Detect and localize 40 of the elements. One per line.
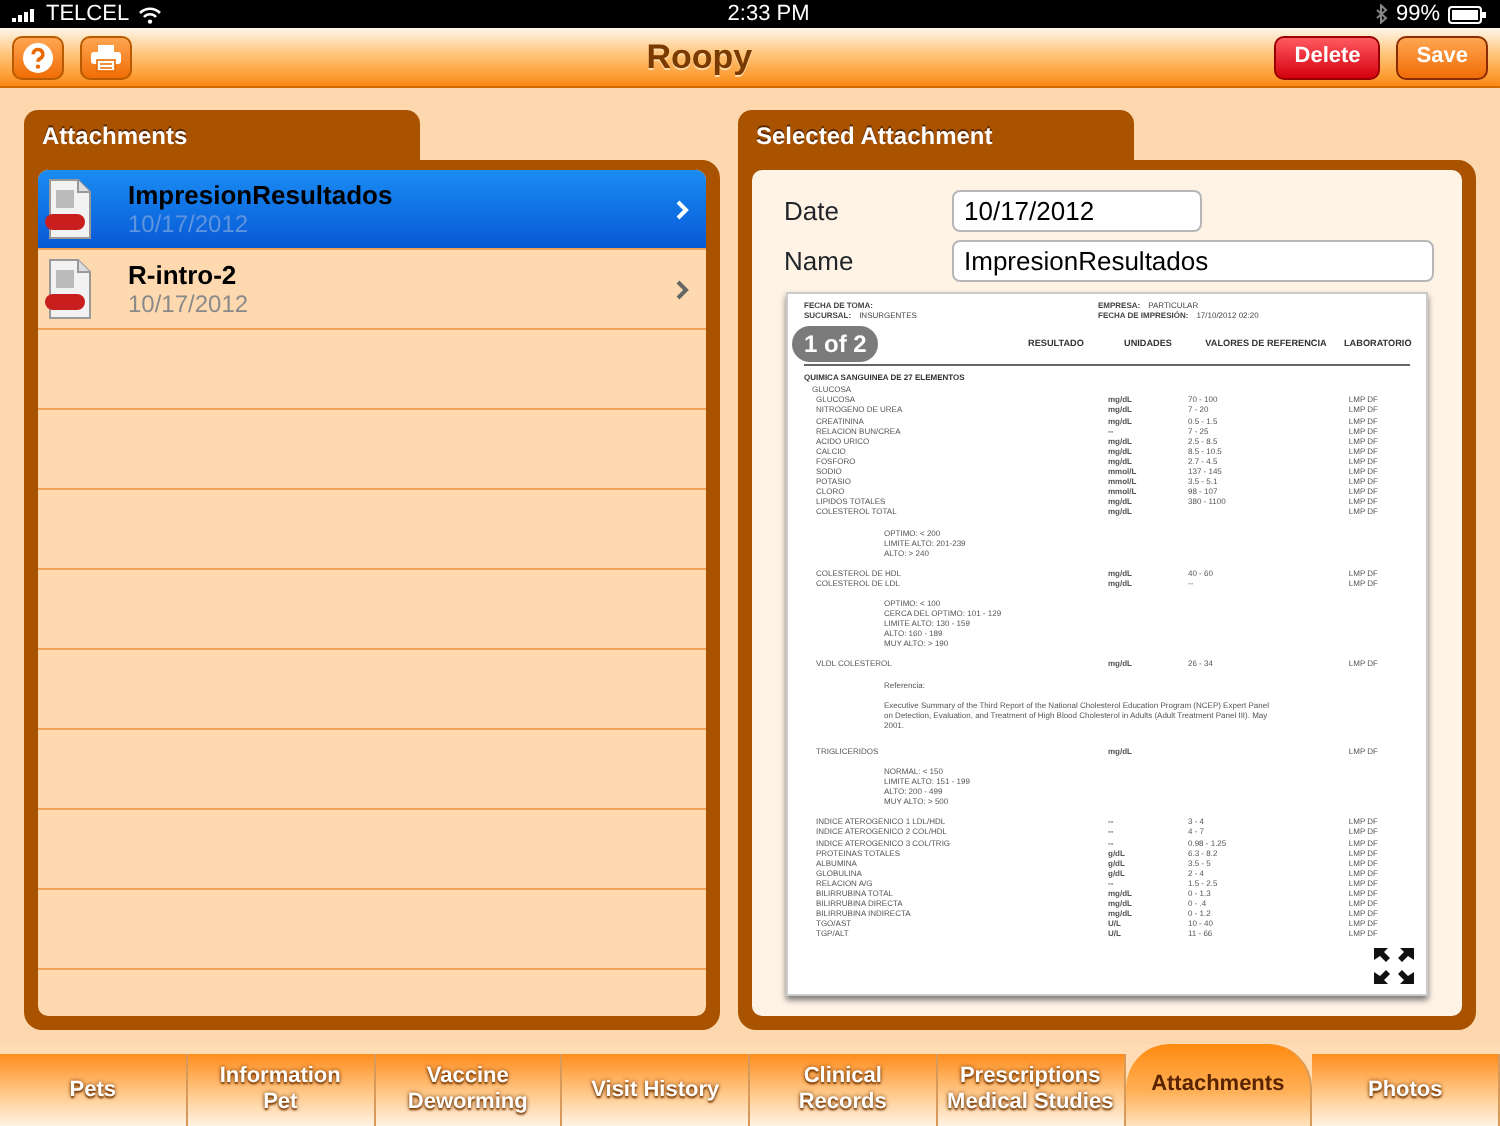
tab[interactable]: Prescriptions Medical Studies	[937, 1054, 1125, 1126]
tab[interactable]: Clinical Records	[750, 1054, 938, 1126]
attachment-row[interactable]: ImpresionResultados 10/17/2012	[38, 170, 706, 250]
delete-button[interactable]: Delete	[1274, 35, 1381, 79]
signal-icon	[12, 6, 38, 22]
tab[interactable]: Attachments	[1125, 1044, 1313, 1126]
wifi-icon	[137, 5, 162, 23]
help-icon	[22, 41, 54, 73]
tab[interactable]: Photos	[1312, 1054, 1500, 1126]
pdf-file-icon	[44, 177, 96, 241]
carrier-name: TELCEL	[46, 0, 130, 30]
battery-percent: 99%	[1395, 0, 1441, 30]
attachment-name: R-intro-2	[128, 259, 239, 289]
tab[interactable]: Information Pet	[187, 1054, 375, 1126]
chevron-icon	[676, 199, 690, 219]
panel-title: Selected Attachment	[738, 110, 1134, 160]
attachment-name: ImpresionResultados	[128, 179, 393, 209]
attachment-date: 10/17/2012	[128, 209, 249, 239]
tab[interactable]: Vaccine Deworming	[375, 1054, 563, 1126]
printer-icon	[90, 43, 122, 71]
print-button[interactable]	[80, 35, 132, 79]
tab[interactable]: Visit History	[562, 1054, 750, 1126]
chevron-icon	[676, 279, 690, 299]
help-button[interactable]	[12, 35, 64, 79]
text-field[interactable]: 10/17/2012	[952, 190, 1202, 232]
pdf-file-icon	[44, 257, 96, 321]
text-field[interactable]: ImpresionResultados	[952, 240, 1434, 282]
save-button[interactable]: Save	[1396, 35, 1488, 79]
app-title: Roopy	[644, 35, 755, 80]
tab[interactable]: Pets	[0, 1054, 188, 1126]
field-label: Date	[782, 193, 841, 230]
bluetooth-icon	[1375, 4, 1388, 24]
attachment-date: 10/17/2012	[128, 289, 249, 319]
expand-icon[interactable]	[1370, 944, 1418, 988]
page-indicator: 1 of 2	[792, 326, 879, 363]
attachment-row[interactable]: R-intro-2 10/17/2012	[38, 250, 706, 330]
panel-title: Attachments	[24, 110, 420, 160]
status-time: 2:33 PM	[725, 0, 812, 30]
battery-icon	[1448, 5, 1489, 23]
field-label: Name	[782, 243, 856, 280]
